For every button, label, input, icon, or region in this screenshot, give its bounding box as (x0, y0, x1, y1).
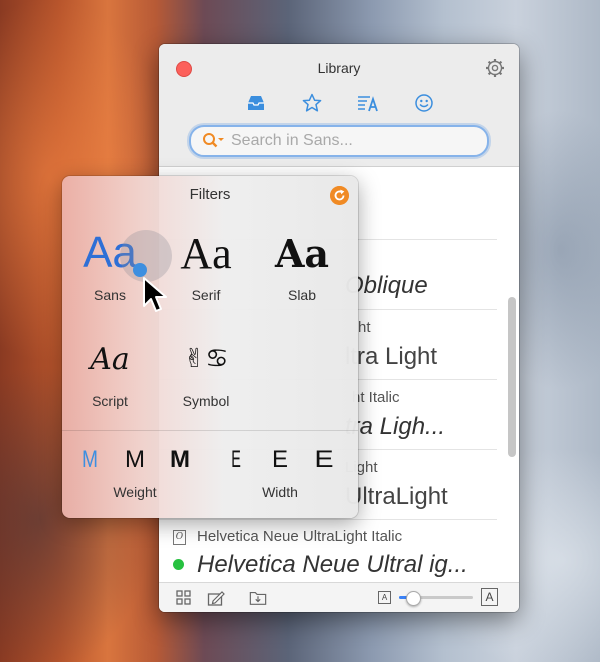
slab-glyph: Aa (274, 230, 330, 276)
weight-filter: M M M Weight (80, 446, 190, 506)
font-sample: Helvetica Neue Ultral ig... (197, 551, 468, 578)
weight-bold-option[interactable]: M (170, 446, 190, 474)
click-highlight (120, 230, 172, 282)
tab-collections[interactable] (357, 92, 379, 114)
category-label: Symbol (182, 393, 230, 409)
weight-regular-option[interactable]: M (125, 446, 145, 474)
font-sample: tra Ligh... (345, 413, 446, 440)
text-list-icon (358, 96, 378, 112)
titlebar: Library Search in Sans... (159, 44, 519, 167)
slider-knob[interactable] (406, 591, 422, 606)
category-script[interactable]: Aa Script (62, 328, 158, 420)
tab-emoji[interactable] (413, 92, 435, 114)
font-name: Helvetica Neue UltraLight Italic (197, 528, 403, 545)
category-label: Serif (191, 287, 221, 303)
window-title: Library (317, 60, 361, 76)
weight-label: Weight (113, 484, 157, 500)
font-name: ht Italic (352, 389, 400, 406)
tab-bar (245, 92, 435, 114)
mouse-cursor-icon (143, 277, 167, 312)
activated-status-icon (173, 559, 184, 570)
font-name: ht (358, 319, 371, 336)
download-folder-icon[interactable] (249, 589, 267, 607)
oblique-type-icon: O (173, 530, 186, 545)
reset-filters-icon[interactable] (330, 186, 349, 205)
serif-glyph: Aa (180, 228, 232, 278)
category-label: Slab (287, 287, 317, 303)
gear-icon[interactable] (485, 58, 505, 78)
weight-options: M M M (80, 446, 190, 474)
width-options: E E E (228, 446, 333, 474)
width-condensed-option[interactable]: E (231, 446, 241, 474)
inbox-tray-icon (248, 96, 264, 110)
category-serif[interactable]: Aa Serif (158, 222, 254, 314)
scrollbar[interactable] (508, 297, 516, 457)
bottom-toolbar: A A (159, 582, 519, 612)
divider (62, 430, 358, 431)
width-extended-option[interactable]: E (314, 446, 333, 474)
category-label: Script (92, 393, 128, 409)
preview-size-slider[interactable] (399, 591, 473, 606)
width-label: Width (262, 484, 298, 500)
category-slab[interactable]: Aa Slab (254, 222, 350, 314)
tab-favorites[interactable] (301, 92, 323, 114)
category-symbol[interactable]: ✌♋ Symbol (158, 328, 254, 420)
tab-inbox[interactable] (245, 92, 267, 114)
width-filter: E E E Width (228, 446, 333, 506)
font-sample: ltra Light (345, 343, 438, 370)
symbol-glyph: ✌♋ (183, 344, 229, 374)
script-glyph: Aa (90, 341, 130, 377)
search-field[interactable]: Search in Sans... (189, 125, 489, 157)
click-indicator-dot (133, 263, 147, 277)
list-item[interactable]: O Helvetica Neue UltraLight Italic Helve… (159, 519, 497, 582)
grid-view-icon[interactable] (175, 589, 193, 607)
font-sample: UltraLight (345, 483, 448, 510)
popover-title: Filters (189, 186, 231, 203)
edit-text-icon[interactable] (207, 589, 225, 607)
search-icon (203, 133, 224, 148)
search-placeholder: Search in Sans... (231, 132, 353, 149)
large-size-icon: A (481, 588, 498, 606)
smiley-icon (415, 94, 433, 112)
small-size-icon: A (378, 591, 391, 604)
filters-popover: Filters Aa Sans Aa Serif Aa Slab Aa Scri… (62, 176, 358, 518)
weight-light-option[interactable]: M (82, 446, 98, 474)
star-icon (302, 93, 322, 112)
width-normal-option[interactable]: E (272, 446, 288, 474)
